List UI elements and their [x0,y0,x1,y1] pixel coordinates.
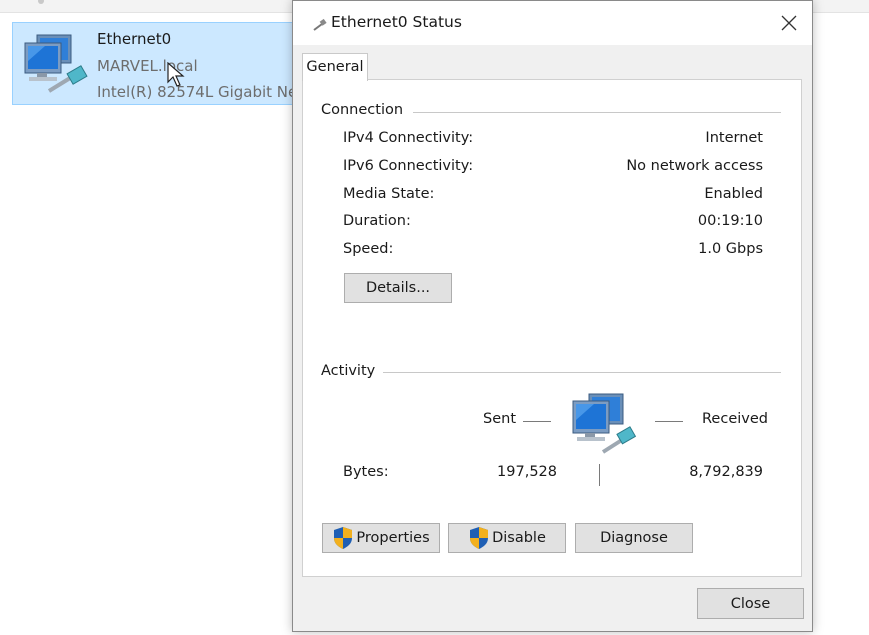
dialog-title: Ethernet0 Status [331,13,462,31]
speed-value: 1.0 Gbps [698,241,763,257]
toolbar-fragment [38,0,44,4]
network-cable-icon [313,18,327,31]
ethernet-status-dialog: Ethernet0 Status General Connection IPv4… [292,0,813,632]
speed-label: Speed: [343,241,394,257]
adapter-name: Ethernet0 [97,30,172,48]
dialog-titlebar[interactable]: Ethernet0 Status [293,1,812,45]
uac-shield-icon [470,527,489,549]
received-label: Received [702,411,768,427]
bytes-label: Bytes: [343,464,389,480]
network-computers-icon [572,393,637,454]
network-adapter-item[interactable]: Ethernet0 MARVEL.local Intel(R) 82574L G… [12,22,312,105]
network-adapter-icon [24,34,88,93]
duration-value: 00:19:10 [697,213,763,229]
general-panel: Connection IPv4 Connectivity: Internet I… [302,79,802,577]
diagnose-button[interactable]: Diagnose [575,523,693,553]
uac-shield-icon [334,527,353,549]
disable-label: Disable [492,530,546,546]
cursor-icon [167,62,185,87]
activity-divider-vertical [599,464,600,486]
properties-button[interactable]: Properties [322,523,440,553]
duration-label: Duration: [343,213,411,229]
ipv6-label: IPv6 Connectivity: [343,158,474,174]
ipv6-value: No network access [626,158,763,174]
ipv4-value: Internet [705,130,763,146]
close-button[interactable]: Close [697,588,804,619]
sent-line [523,421,551,422]
details-button[interactable]: Details... [344,273,452,303]
bytes-received-value: 8,792,839 [689,464,763,480]
connection-group-label: Connection [321,102,410,118]
received-line [655,421,683,422]
disable-button[interactable]: Disable [448,523,566,553]
properties-label: Properties [356,530,430,546]
activity-group-label: Activity [321,363,382,379]
tab-general[interactable]: General [302,53,368,81]
connection-divider [413,112,781,113]
close-icon[interactable] [767,8,811,38]
activity-divider [383,372,781,373]
adapter-description: Intel(R) 82574L Gigabit Ne [97,83,298,101]
media-state-label: Media State: [343,186,435,202]
bytes-sent-value: 197,528 [497,464,557,480]
media-state-value: Enabled [704,186,763,202]
sent-label: Sent [483,411,517,427]
ipv4-label: IPv4 Connectivity: [343,130,474,146]
